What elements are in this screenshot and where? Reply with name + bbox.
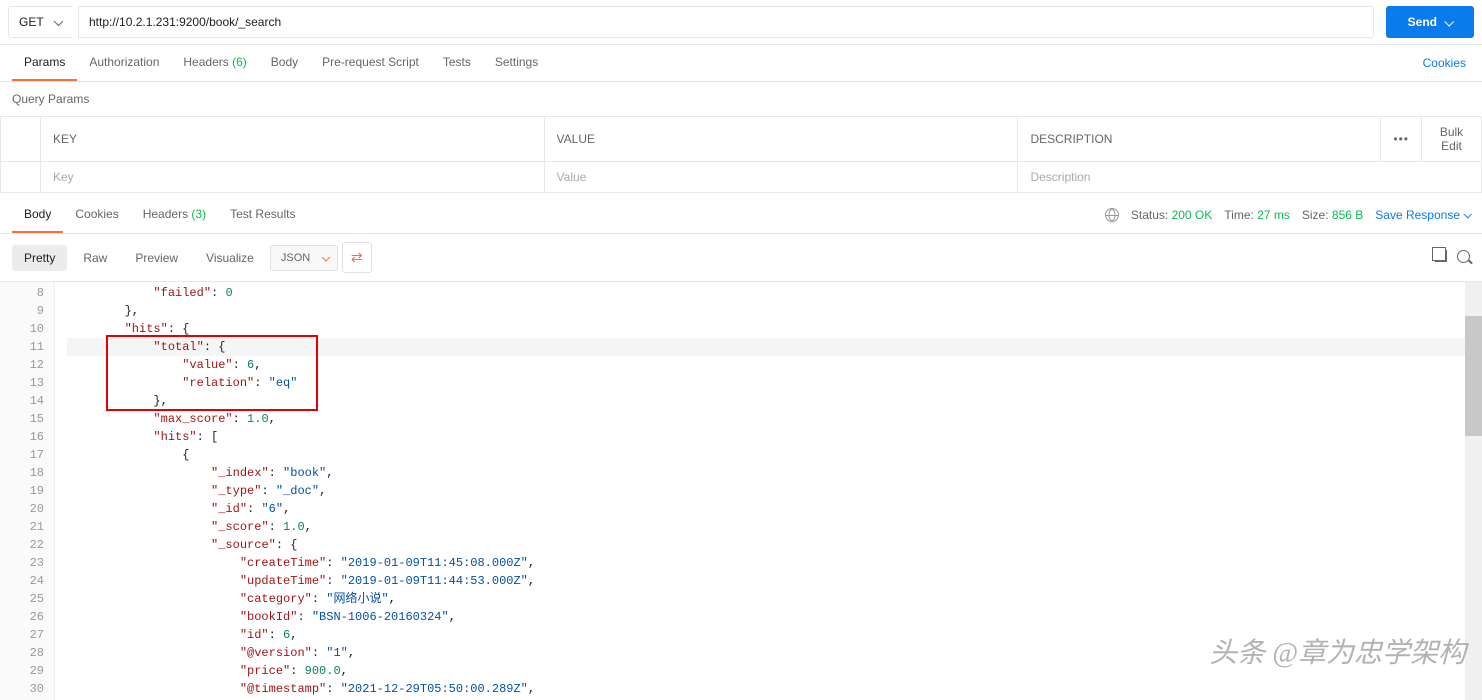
globe-icon[interactable] [1105, 208, 1119, 222]
time-value: 27 ms [1257, 208, 1290, 222]
query-params-label: Query Params [0, 82, 1482, 116]
send-button[interactable]: Send [1386, 6, 1474, 38]
param-row [1, 162, 1482, 193]
response-view-bar: Pretty Raw Preview Visualize JSON ⇄ [0, 234, 1482, 281]
search-icon[interactable] [1457, 250, 1470, 266]
col-value: VALUE [544, 117, 1018, 162]
param-key-input[interactable] [53, 170, 532, 184]
response-meta: Status: 200 OK Time: 27 ms Size: 856 B S… [1105, 208, 1470, 222]
http-method-select[interactable]: GET [8, 6, 72, 38]
tab-authorization[interactable]: Authorization [77, 45, 171, 81]
format-select[interactable]: JSON [270, 245, 338, 271]
view-pretty[interactable]: Pretty [12, 245, 67, 271]
resp-tab-headers[interactable]: Headers (3) [131, 197, 218, 233]
tab-tests[interactable]: Tests [431, 45, 483, 81]
view-raw[interactable]: Raw [71, 245, 119, 271]
size-value: 856 B [1332, 208, 1363, 222]
wrap-lines-icon[interactable]: ⇄ [342, 242, 372, 273]
bulk-edit-button[interactable]: Bulk Edit [1422, 117, 1482, 162]
col-key: KEY [41, 117, 545, 162]
resp-tab-body[interactable]: Body [12, 197, 63, 233]
request-tabs: Params Authorization Headers (6) Body Pr… [0, 45, 1482, 82]
status-value: 200 OK [1172, 208, 1213, 222]
url-input[interactable] [78, 6, 1374, 38]
scrollbar[interactable] [1465, 282, 1482, 700]
resp-tab-tests[interactable]: Test Results [218, 197, 307, 233]
col-checkbox [1, 117, 41, 162]
tab-settings[interactable]: Settings [483, 45, 550, 81]
save-response-button[interactable]: Save Response [1375, 208, 1470, 222]
param-desc-input[interactable] [1030, 170, 1469, 184]
col-description: DESCRIPTION [1018, 117, 1381, 162]
view-preview[interactable]: Preview [123, 245, 190, 271]
request-bar: GET Send [0, 0, 1482, 45]
dots-icon: ••• [1393, 132, 1409, 146]
params-table: KEY VALUE DESCRIPTION ••• Bulk Edit [0, 116, 1482, 193]
method-select-wrap: GET [8, 6, 72, 38]
line-gutter: 8910111213141516171819202122232425262728… [0, 282, 55, 700]
resp-tab-cookies[interactable]: Cookies [63, 197, 130, 233]
view-visualize[interactable]: Visualize [194, 245, 266, 271]
tab-body[interactable]: Body [259, 45, 310, 81]
cookies-link[interactable]: Cookies [1423, 56, 1470, 70]
tab-prerequest[interactable]: Pre-request Script [310, 45, 431, 81]
response-tabs: Body Cookies Headers (3) Test Results St… [0, 197, 1482, 234]
watermark: 头条 @章为忠学架构 [1209, 631, 1466, 671]
copy-icon[interactable] [1435, 250, 1447, 266]
col-more[interactable]: ••• [1381, 117, 1422, 162]
tab-params[interactable]: Params [12, 45, 77, 81]
tab-headers[interactable]: Headers (6) [171, 45, 258, 81]
scroll-thumb[interactable] [1465, 316, 1482, 436]
param-value-input[interactable] [557, 170, 1006, 184]
